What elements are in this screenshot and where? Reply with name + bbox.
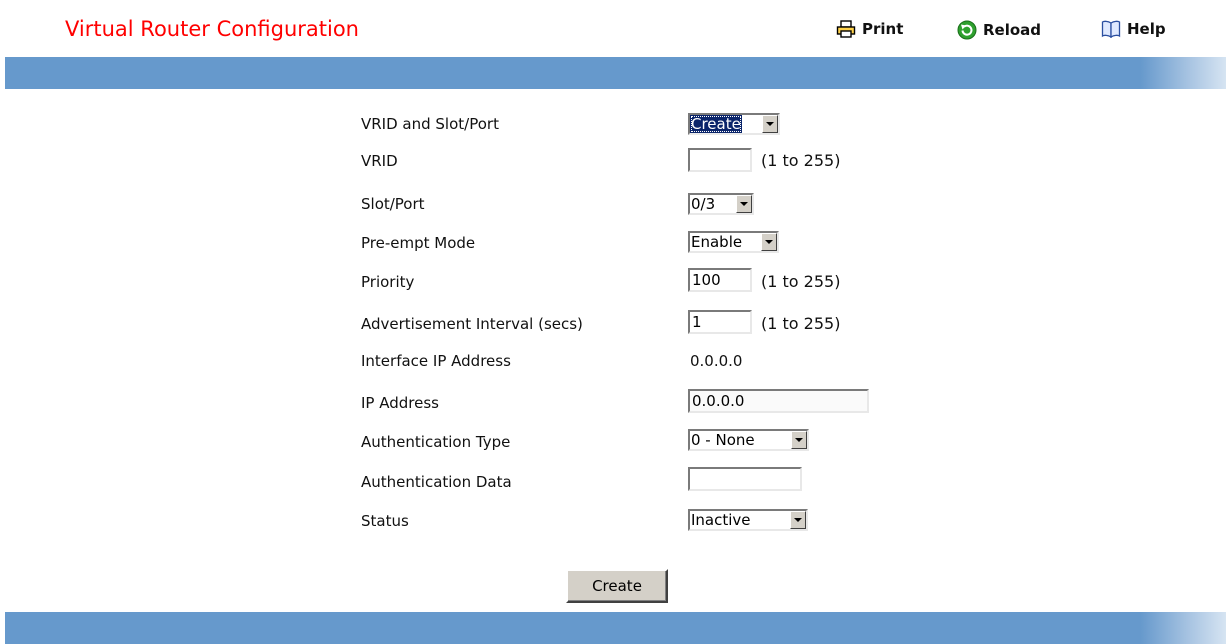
status-value: Inactive bbox=[691, 511, 751, 529]
vrid-slot-port-select[interactable]: Create bbox=[688, 113, 780, 135]
vrid-range-hint: (1 to 255) bbox=[761, 151, 841, 170]
status-select[interactable]: Inactive bbox=[688, 509, 808, 531]
chevron-down-icon bbox=[790, 511, 806, 529]
slot-port-label: Slot/Port bbox=[361, 195, 425, 213]
auth-data-label: Authentication Data bbox=[361, 473, 512, 491]
auth-type-label: Authentication Type bbox=[361, 433, 511, 451]
help-button[interactable]: Help bbox=[1101, 20, 1166, 38]
vrid-input[interactable] bbox=[688, 148, 752, 172]
interface-ip-value: 0.0.0.0 bbox=[690, 352, 743, 370]
slot-port-select[interactable]: 0/3 bbox=[688, 193, 754, 215]
chevron-down-icon bbox=[736, 195, 752, 213]
interface-ip-label: Interface IP Address bbox=[361, 352, 511, 370]
footer-bar bbox=[5, 612, 1226, 644]
preempt-mode-value: Enable bbox=[691, 233, 743, 251]
preempt-mode-label: Pre-empt Mode bbox=[361, 234, 476, 252]
ip-address-input[interactable] bbox=[688, 389, 869, 413]
reload-button[interactable]: Reload bbox=[957, 20, 1041, 40]
chevron-down-icon bbox=[761, 233, 777, 251]
help-label: Help bbox=[1127, 20, 1166, 38]
create-button[interactable]: Create bbox=[566, 569, 668, 603]
printer-icon bbox=[836, 20, 856, 38]
priority-input[interactable] bbox=[688, 268, 752, 292]
slot-port-value: 0/3 bbox=[691, 195, 716, 213]
reload-label: Reload bbox=[983, 21, 1042, 39]
ip-address-label: IP Address bbox=[361, 394, 439, 412]
auth-type-value: 0 - None bbox=[691, 431, 755, 449]
adv-interval-input[interactable] bbox=[688, 310, 752, 334]
preempt-mode-select[interactable]: Enable bbox=[688, 231, 779, 253]
auth-type-select[interactable]: 0 - None bbox=[688, 429, 809, 451]
priority-range-hint: (1 to 255) bbox=[761, 272, 841, 291]
status-label: Status bbox=[361, 512, 409, 530]
vrid-slot-port-label: VRID and Slot/Port bbox=[361, 115, 499, 133]
adv-interval-label: Advertisement Interval (secs) bbox=[361, 315, 583, 333]
page-title: Virtual Router Configuration bbox=[65, 17, 359, 41]
vrid-slot-port-value: Create bbox=[690, 115, 742, 133]
print-button[interactable]: Print bbox=[836, 20, 903, 38]
print-label: Print bbox=[862, 20, 904, 38]
adv-interval-range-hint: (1 to 255) bbox=[761, 314, 841, 333]
vrid-label: VRID bbox=[361, 152, 398, 170]
chevron-down-icon bbox=[791, 431, 807, 449]
reload-icon bbox=[957, 20, 977, 40]
priority-label: Priority bbox=[361, 273, 415, 291]
header-bar bbox=[5, 57, 1226, 89]
auth-data-input[interactable] bbox=[688, 467, 802, 491]
chevron-down-icon bbox=[762, 115, 778, 133]
book-icon bbox=[1101, 20, 1121, 38]
